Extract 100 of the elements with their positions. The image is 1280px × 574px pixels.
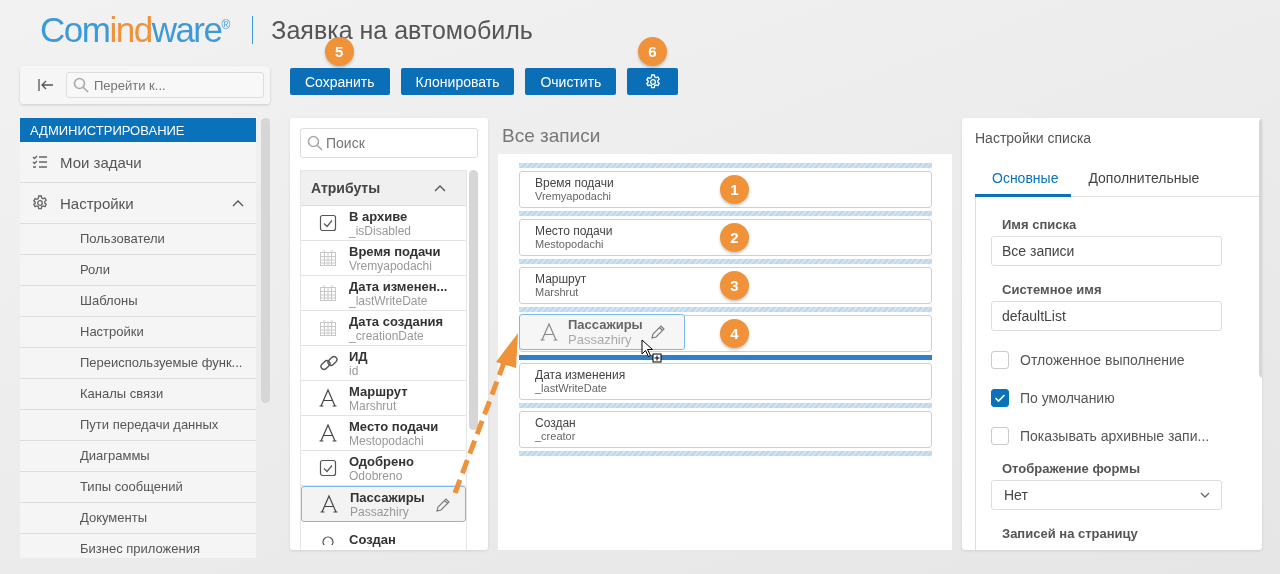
attribute-system-name: Odobreno [349, 468, 403, 483]
number-badge: 1 [720, 175, 749, 204]
checkbox-label: Показывать архивные запи... [1020, 428, 1210, 444]
dropdown[interactable]: Нет [991, 480, 1222, 510]
attribute-system-name: _isDisabled [349, 223, 412, 238]
attribute-name: Одобрено [349, 453, 414, 469]
letter-a-icon [540, 322, 558, 342]
calendar-icon [319, 249, 337, 267]
calendar-icon [319, 284, 337, 302]
attribute-system-name: _creationDate [349, 328, 424, 343]
group-title: Атрибуты [311, 180, 381, 196]
cursor-icon [640, 339, 662, 363]
letter-a-icon [319, 388, 337, 408]
search-field[interactable]: Поиск [300, 128, 478, 158]
column-item[interactable]: Создан _creator [519, 411, 932, 448]
menu-item[interactable]: Настройки [20, 317, 256, 348]
checkbox-icon [319, 459, 337, 477]
letter-a-icon [320, 494, 338, 514]
field-label: Имя списка [1002, 217, 1078, 232]
field-label: Системное имя [1002, 282, 1103, 297]
attribute-item[interactable]: Дата изменен... _lastWriteDate [301, 276, 466, 311]
attribute-name: ИД [349, 348, 368, 364]
attribute-name: Пассажиры [350, 489, 425, 505]
toolbar-button[interactable]: Клонировать [400, 68, 515, 95]
panel-title: Настройки списка [975, 130, 1093, 146]
attribute-item[interactable]: Время подачи Vremyapodachi [301, 241, 466, 276]
checkbox-label: По умолчанию [1020, 390, 1115, 406]
number-badge: 2 [720, 223, 749, 252]
menu-item[interactable]: Шаблоны [20, 286, 256, 317]
text-field[interactable]: defaultList [991, 301, 1222, 331]
attribute-system-name: Mestopodachi [349, 433, 424, 448]
menu-item[interactable]: Переиспользуемые функ... [20, 348, 256, 379]
number-badge: 6 [637, 37, 667, 66]
section-header: АДМИНИСТРИРОВАНИЕ [20, 118, 256, 142]
pencil-icon[interactable] [435, 497, 451, 513]
column-item[interactable]: Дата изменения _lastWriteDate [519, 363, 932, 400]
attribute-name: Маршрут [349, 383, 408, 399]
attribute-item[interactable]: Создан [301, 522, 466, 550]
search-field[interactable]: Перейти к... [66, 72, 264, 98]
column-label: Создан [535, 416, 577, 430]
tab[interactable]: Дополнительные [1071, 170, 1213, 197]
checkmark-icon [994, 393, 1006, 403]
checkbox-icon [319, 214, 337, 232]
column-item[interactable]: Место подачи Mestopodachi 2 [519, 219, 932, 256]
attribute-name: Создан [349, 531, 396, 547]
attribute-item[interactable]: Дата создания _creationDate [301, 311, 466, 346]
scrollbar[interactable] [469, 170, 478, 430]
attribute-system-name: id [349, 363, 359, 378]
attribute-name: Дата изменен... [349, 278, 448, 294]
task-list-icon [32, 154, 48, 170]
number-badge: 3 [720, 271, 749, 300]
attribute-name: В архиве [349, 208, 409, 224]
attribute-item[interactable]: Маршрут Marshrut [301, 381, 466, 416]
list-title: Все записи [501, 124, 602, 148]
logo: Comindware$^{®}$ [40, 12, 231, 47]
column-label: Дата изменения [535, 368, 627, 382]
attribute-name: Дата создания [349, 313, 444, 329]
menu-item[interactable]: Документы [20, 503, 256, 534]
menu-item[interactable]: Пользователи [20, 224, 256, 255]
toolbar-button[interactable]: Очистить [525, 68, 617, 95]
drag-preview-label: Пассажиры [568, 317, 643, 332]
checkbox[interactable] [991, 389, 1009, 407]
attribute-item[interactable]: Место подачи Mestopodachi [301, 416, 466, 451]
attribute-item[interactable]: Пассажиры Passazhiry [301, 486, 466, 522]
group-header[interactable]: Атрибуты [301, 171, 466, 206]
column-system-name: _lastWriteDate [535, 382, 608, 394]
menu-item[interactable]: Каналы связи [20, 379, 256, 410]
chevron-down-icon [1199, 491, 1211, 499]
link-icon [319, 353, 339, 373]
text-field[interactable]: Все записи [991, 236, 1222, 266]
letter-a-icon [319, 423, 337, 443]
tab[interactable]: Основные [975, 170, 1072, 197]
scrollbar[interactable] [261, 118, 270, 403]
attribute-system-name: Vremyapodachi [349, 258, 432, 273]
pencil-icon [650, 324, 666, 340]
checkbox-label: Отложенное выполнение [1020, 352, 1185, 368]
menu-item-label: Мои задачи [60, 153, 143, 171]
chevron-up-icon [232, 199, 244, 207]
drag-preview-system-name: Passazhiry [568, 332, 633, 347]
attribute-item[interactable]: ИД id [301, 346, 466, 381]
menu-item-label: Настройки [60, 194, 135, 212]
attribute-name: Время подачи [349, 243, 441, 259]
menu-item[interactable]: Роли [20, 255, 256, 286]
number-badge: 4 [720, 319, 749, 348]
field-label: Отображение формы [1002, 461, 1142, 476]
attribute-system-name: _lastWriteDate [349, 293, 429, 308]
field-label: Записей на страницу [1002, 526, 1139, 541]
attribute-system-name: Marshrut [349, 398, 397, 413]
gear-icon [644, 73, 661, 90]
menu-item[interactable]: Бизнес приложения [20, 534, 256, 558]
menu-item[interactable]: Пути передачи данных [20, 410, 256, 441]
collapse-icon[interactable] [38, 78, 54, 92]
attribute-system-name: Passazhiry [350, 504, 409, 519]
attribute-name: Место подачи [349, 418, 439, 434]
attribute-item[interactable]: В архиве _isDisabled [301, 206, 466, 241]
menu-item[interactable]: Диаграммы [20, 441, 256, 472]
column-item[interactable]: Маршрут Marshrut 3 [519, 267, 932, 304]
menu-item[interactable]: Типы сообщений [20, 472, 256, 503]
column-item[interactable]: Время подачи Vremyapodachi 1 [519, 171, 932, 208]
gear-icon [32, 195, 48, 211]
